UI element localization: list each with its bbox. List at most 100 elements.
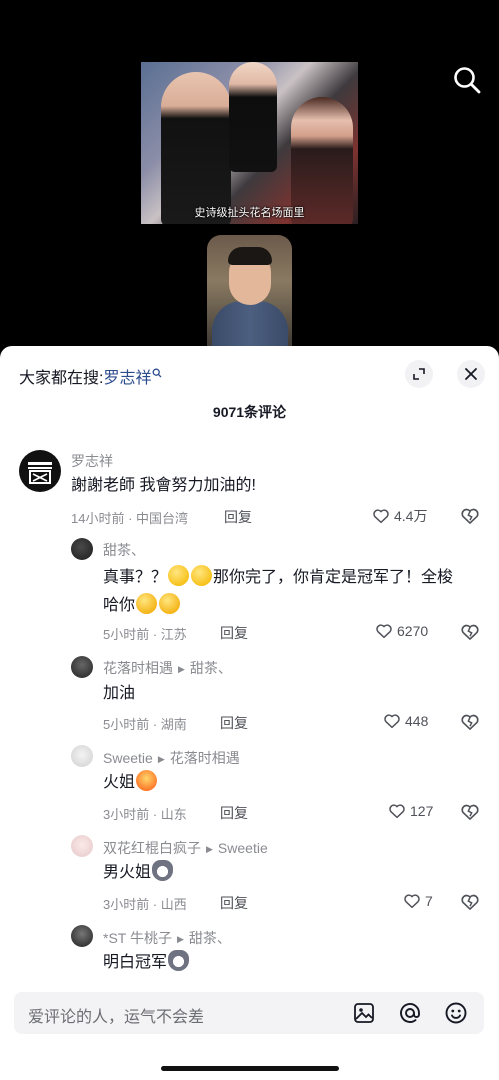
like-button[interactable]: 127 (388, 802, 433, 820)
broken-heart-icon (461, 714, 479, 730)
comment-input-placeholder: 爱评论的人，运气不会差 (28, 1009, 205, 1026)
video-caption: 史诗级扯头花名场面里 (194, 207, 305, 219)
comment-text: 明白冠军 (103, 949, 190, 977)
avatar[interactable] (19, 450, 61, 492)
reply-button[interactable]: 回复 (220, 893, 248, 913)
broken-heart-icon (461, 804, 479, 820)
like-button[interactable]: 7 (403, 892, 433, 910)
heart-icon (376, 624, 392, 639)
at-icon[interactable] (398, 1001, 422, 1030)
crying-emoji-icon (159, 593, 181, 614)
like-button[interactable]: 448 (383, 712, 428, 730)
search-icon[interactable] (451, 64, 483, 96)
reply-arrow-icon: ▶ (176, 934, 184, 944)
comment-username: *ST 牛桃子 ▶ 甜茶、 (103, 928, 231, 948)
comment-meta: 14小时前 · 中国台湾 (71, 511, 189, 526)
husky-emoji-icon (168, 950, 190, 971)
reply-target[interactable]: Sweetie (218, 840, 268, 856)
smile-emoji-icon (191, 565, 213, 586)
crying-emoji-icon (136, 593, 158, 614)
expand-button[interactable] (405, 360, 433, 388)
person-figure (229, 62, 277, 172)
comment-text-part: 明白冠军 (103, 954, 168, 971)
comment-text: 加油 (103, 685, 136, 702)
avatar[interactable] (71, 745, 93, 767)
emoji-icon[interactable] (444, 1001, 468, 1030)
like-count: 6270 (397, 623, 429, 639)
comment-input[interactable]: 爱评论的人，运气不会差 (14, 992, 484, 1034)
dislike-button[interactable] (460, 622, 480, 647)
comment-meta: 3小时前 · 山东 (103, 807, 187, 822)
like-count: 7 (425, 893, 433, 909)
comment-meta: 5小时前 · 湖南 (103, 717, 187, 732)
reply-button[interactable]: 回复 (220, 623, 248, 643)
avatar[interactable] (71, 925, 93, 947)
reply-author[interactable]: *ST 牛桃子 (103, 930, 172, 946)
like-button[interactable]: 6270 (375, 622, 428, 640)
husky-emoji-icon (152, 860, 174, 881)
video-area[interactable]: 史诗级扯头花名场面里 (0, 0, 499, 350)
reply-arrow-icon: ▶ (178, 664, 185, 674)
home-indicator[interactable] (161, 1066, 339, 1071)
comment-text: 謝謝老師 我會努力加油的! (71, 477, 256, 494)
comment-text-part: 男火姐 (103, 864, 152, 881)
person-hair (228, 247, 272, 265)
dislike-button[interactable] (460, 506, 480, 531)
dislike-button[interactable] (460, 712, 480, 737)
reply-target[interactable]: 甜茶、 (189, 930, 231, 946)
image-icon[interactable] (352, 1001, 376, 1030)
close-button[interactable] (457, 360, 485, 388)
reply-target[interactable]: 花落时相遇 (170, 750, 240, 766)
reply-author[interactable]: 双花红棍白疯子 (103, 840, 201, 856)
person-body (212, 301, 288, 350)
comment-text: 男火姐 (103, 859, 174, 887)
reply-arrow-icon: ▶ (157, 754, 165, 764)
comment-username[interactable]: 甜茶、 (103, 540, 145, 560)
comment-panel: 大家都在搜:罗志祥 9071条评论 罗志祥 謝謝老師 我會努力加油的! 14小时… (0, 346, 499, 1080)
broken-heart-icon (461, 508, 479, 524)
heart-icon (404, 894, 420, 909)
comment-text: 真事？？ 那你完了，你肯定是冠军了！全梭 哈你 (103, 564, 483, 620)
suggestion-prefix: 大家都在搜: (19, 370, 104, 387)
main-video[interactable]: 史诗级扯头花名场面里 (141, 62, 358, 224)
pip-video[interactable] (207, 235, 292, 350)
smile-emoji-icon (168, 565, 190, 586)
heart-icon (389, 804, 405, 819)
like-button[interactable]: 4.4万 (372, 506, 427, 526)
search-suggestion[interactable]: 大家都在搜:罗志祥 (19, 364, 162, 388)
reply-target[interactable]: 甜茶、 (190, 660, 232, 676)
avatar[interactable] (71, 538, 93, 560)
comment-username: 花落时相遇 ▶ 甜茶、 (103, 658, 232, 678)
reply-arrow-icon: ▶ (206, 844, 213, 854)
like-count: 4.4万 (394, 508, 428, 524)
suggestion-keyword[interactable]: 罗志祥 (103, 370, 151, 387)
reply-button[interactable]: 回复 (220, 803, 248, 823)
comment-meta: 3小时前 · 山西 (103, 897, 187, 912)
reply-button[interactable]: 回复 (224, 507, 252, 527)
comment-text-part: 那你完了，你肯定是冠军了！全梭 (213, 569, 454, 586)
person-figure (161, 72, 231, 224)
heart-icon (384, 714, 400, 729)
comment-meta: 5小时前 · 江苏 (103, 627, 187, 642)
comment-text-part: 火姐 (103, 774, 136, 791)
comment-username: 双花红棍白疯子 ▶ Sweetie (103, 838, 268, 858)
comment-username[interactable]: 罗志祥 (71, 451, 113, 471)
reply-button[interactable]: 回复 (220, 713, 248, 733)
reply-author[interactable]: Sweetie (103, 750, 153, 766)
broken-heart-icon (461, 624, 479, 640)
dislike-button[interactable] (460, 802, 480, 827)
heart-icon (373, 509, 389, 524)
comment-username: Sweetie ▶ 花落时相遇 (103, 748, 240, 768)
comment-text-part: 哈你 (103, 597, 136, 614)
comment-text-part: 真事？？ (103, 569, 168, 586)
search-icon (152, 365, 162, 383)
avatar[interactable] (71, 835, 93, 857)
reply-author[interactable]: 花落时相遇 (103, 660, 173, 676)
comment-count: 9071条评论 (212, 404, 287, 420)
dislike-button[interactable] (460, 892, 480, 917)
avatar[interactable] (71, 656, 93, 678)
fire-emoji-icon (136, 770, 158, 791)
comment-text: 火姐 (103, 769, 158, 797)
like-count: 448 (405, 713, 429, 729)
broken-heart-icon (461, 894, 479, 910)
